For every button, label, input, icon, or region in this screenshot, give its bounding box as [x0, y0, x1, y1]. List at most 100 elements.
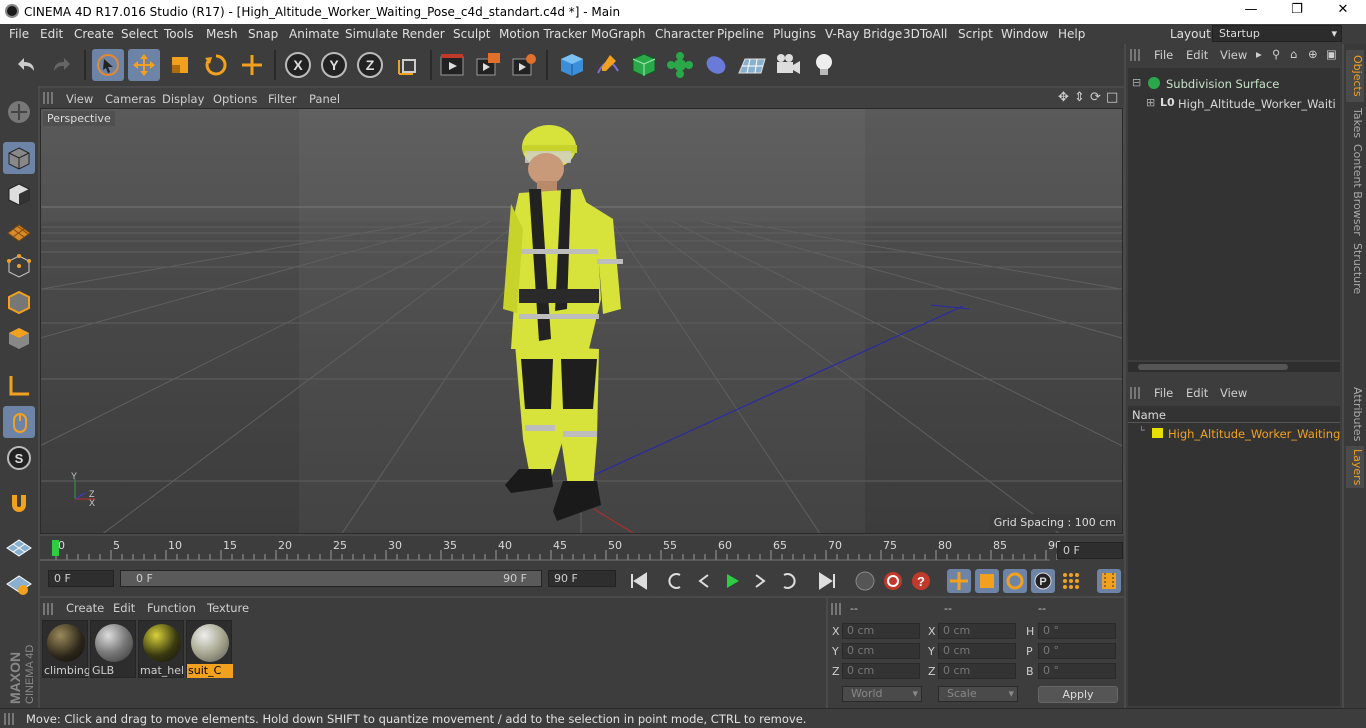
next-key-button[interactable]: [776, 569, 800, 593]
viewport-menu-filter[interactable]: Filter: [268, 92, 296, 106]
edges-mode-button[interactable]: [3, 286, 35, 318]
key-pla-button[interactable]: [1059, 569, 1083, 593]
layer-menu-file[interactable]: File: [1154, 386, 1173, 400]
menu-3dtoall[interactable]: 3DToAll: [903, 27, 947, 41]
autokeying-button[interactable]: [881, 569, 905, 593]
rot-p-field[interactable]: 0 °: [1038, 643, 1116, 659]
tab-attributes[interactable]: Attributes: [1346, 386, 1364, 442]
axis-mode-button[interactable]: [3, 370, 35, 402]
pan-view-icon[interactable]: ✥: [1058, 90, 1069, 105]
menu-motion-tracker[interactable]: Motion Tracker: [499, 27, 587, 41]
tweak-mode-button[interactable]: [3, 406, 35, 438]
key-rotation-button[interactable]: [1003, 569, 1027, 593]
collapse-icon[interactable]: ⊟: [1132, 76, 1141, 89]
workplane-lock-button[interactable]: [3, 568, 35, 600]
coordinate-mode-select[interactable]: World ▾: [842, 686, 922, 702]
undo-button[interactable]: [10, 49, 42, 81]
zoom-view-icon[interactable]: ⇕: [1074, 90, 1085, 105]
render-picture-viewer-button[interactable]: [472, 49, 504, 81]
layer-color-swatch[interactable]: [1152, 428, 1163, 438]
menu-window[interactable]: Window: [1001, 27, 1048, 41]
expand-icon[interactable]: ▣: [1326, 47, 1337, 61]
points-mode-button[interactable]: [3, 250, 35, 282]
floor-button[interactable]: [736, 49, 768, 81]
snap-button[interactable]: S: [3, 442, 35, 474]
tab-objects[interactable]: Objects: [1346, 50, 1364, 102]
viewport-menu-options[interactable]: Options: [213, 92, 257, 106]
rot-b-field[interactable]: 0 °: [1038, 663, 1116, 679]
home-icon[interactable]: ⌂: [1290, 47, 1297, 61]
playhead-marker[interactable]: [52, 540, 59, 556]
material-glb[interactable]: GLB: [90, 620, 136, 678]
keyframe-selection-button[interactable]: ?: [909, 569, 933, 593]
material-mat-hel[interactable]: mat_hel: [138, 620, 184, 678]
coordinate-system-button[interactable]: [392, 49, 424, 81]
size-mode-select[interactable]: Scale ▾: [938, 686, 1018, 702]
record-keys-button[interactable]: [853, 569, 877, 593]
timeline-ruler[interactable]: 0 5 10 15 20 25 30 35 40 45 50 55 60 65 70 75 80 85 90 0 F: [40, 536, 1124, 566]
expand-icon[interactable]: ⊞: [1146, 96, 1155, 109]
menu-help[interactable]: Help: [1058, 27, 1085, 41]
magnet-icon[interactable]: [3, 488, 35, 520]
pos-y-field[interactable]: 0 cm: [842, 643, 920, 659]
menu-character[interactable]: Character: [655, 27, 714, 41]
make-editable-button[interactable]: [3, 96, 35, 128]
viewport-menu-display[interactable]: Display: [162, 92, 204, 106]
model-mode-button[interactable]: [3, 142, 35, 174]
size-z-field[interactable]: 0 cm: [938, 663, 1016, 679]
menu-edit[interactable]: Edit: [40, 27, 63, 41]
material-menu-edit[interactable]: Edit: [113, 601, 135, 615]
menu-mograph[interactable]: MoGraph: [591, 27, 646, 41]
tab-structure[interactable]: Structure: [1346, 242, 1364, 296]
menu-plugins[interactable]: Plugins: [773, 27, 816, 41]
previous-frame-button[interactable]: [692, 569, 716, 593]
camera-button[interactable]: [772, 49, 804, 81]
polygons-mode-button[interactable]: [3, 322, 35, 354]
material-menu-texture[interactable]: Texture: [207, 601, 249, 615]
range-slider[interactable]: 0 F 90 F: [120, 570, 542, 587]
menu-render[interactable]: Render: [402, 27, 445, 41]
goto-end-button[interactable]: [815, 569, 839, 593]
new-object-icon[interactable]: ⊕: [1308, 47, 1318, 61]
search-icon[interactable]: ⚲: [1272, 47, 1280, 61]
cloner-button[interactable]: [664, 49, 696, 81]
rotate-tool-button[interactable]: [200, 49, 232, 81]
key-scale-button[interactable]: [975, 569, 999, 593]
z-axis-lock-button[interactable]: Z: [354, 49, 386, 81]
material-menu-create[interactable]: Create: [66, 601, 104, 615]
pen-spline-button[interactable]: [592, 49, 624, 81]
menu-simulate[interactable]: Simulate: [345, 27, 398, 41]
redo-button[interactable]: [46, 49, 78, 81]
scrollbar-thumb[interactable]: [1138, 364, 1288, 370]
workplane-mode-button[interactable]: [3, 214, 35, 246]
menu-pipeline[interactable]: Pipeline: [717, 27, 764, 41]
viewport-menu-cameras[interactable]: Cameras: [105, 92, 156, 106]
material-menu-function[interactable]: Function: [147, 601, 196, 615]
apply-button[interactable]: Apply: [1038, 686, 1118, 703]
rotate-view-icon[interactable]: ⟳: [1090, 90, 1101, 105]
next-frame-button[interactable]: [748, 569, 772, 593]
pos-x-field[interactable]: 0 cm: [842, 623, 920, 639]
horizontal-scrollbar[interactable]: [1128, 362, 1340, 372]
current-frame-field[interactable]: 0 F: [1057, 542, 1123, 559]
viewport-menu-panel[interactable]: Panel: [309, 92, 340, 106]
size-x-field[interactable]: 0 cm: [938, 623, 1016, 639]
key-parameter-button[interactable]: P: [1031, 569, 1055, 593]
object-row-worker[interactable]: ⊞ L0 High_Altitude_Worker_Waiting_Pose: [1146, 96, 1336, 112]
y-axis-lock-button[interactable]: Y: [318, 49, 350, 81]
key-position-button[interactable]: [947, 569, 971, 593]
light-button[interactable]: [808, 49, 840, 81]
goto-start-button[interactable]: [627, 569, 651, 593]
cube-primitive-button[interactable]: [556, 49, 588, 81]
menu-tools[interactable]: Tools: [164, 27, 194, 41]
end-frame-field[interactable]: 90 F: [548, 570, 616, 587]
object-menu-file[interactable]: File: [1154, 48, 1173, 62]
maximize-view-icon[interactable]: □: [1106, 90, 1118, 105]
maximize-icon[interactable]: ❐: [1274, 2, 1320, 22]
subdivision-surface-button[interactable]: [628, 49, 660, 81]
3d-viewport[interactable]: Y Z X Perspective Grid Spacing : 100 cm: [40, 108, 1123, 534]
layout-select[interactable]: Startup ▾: [1212, 25, 1342, 42]
tab-takes[interactable]: Takes: [1346, 106, 1364, 140]
viewport-menu-view[interactable]: View: [66, 92, 93, 106]
previous-key-button[interactable]: [664, 569, 688, 593]
